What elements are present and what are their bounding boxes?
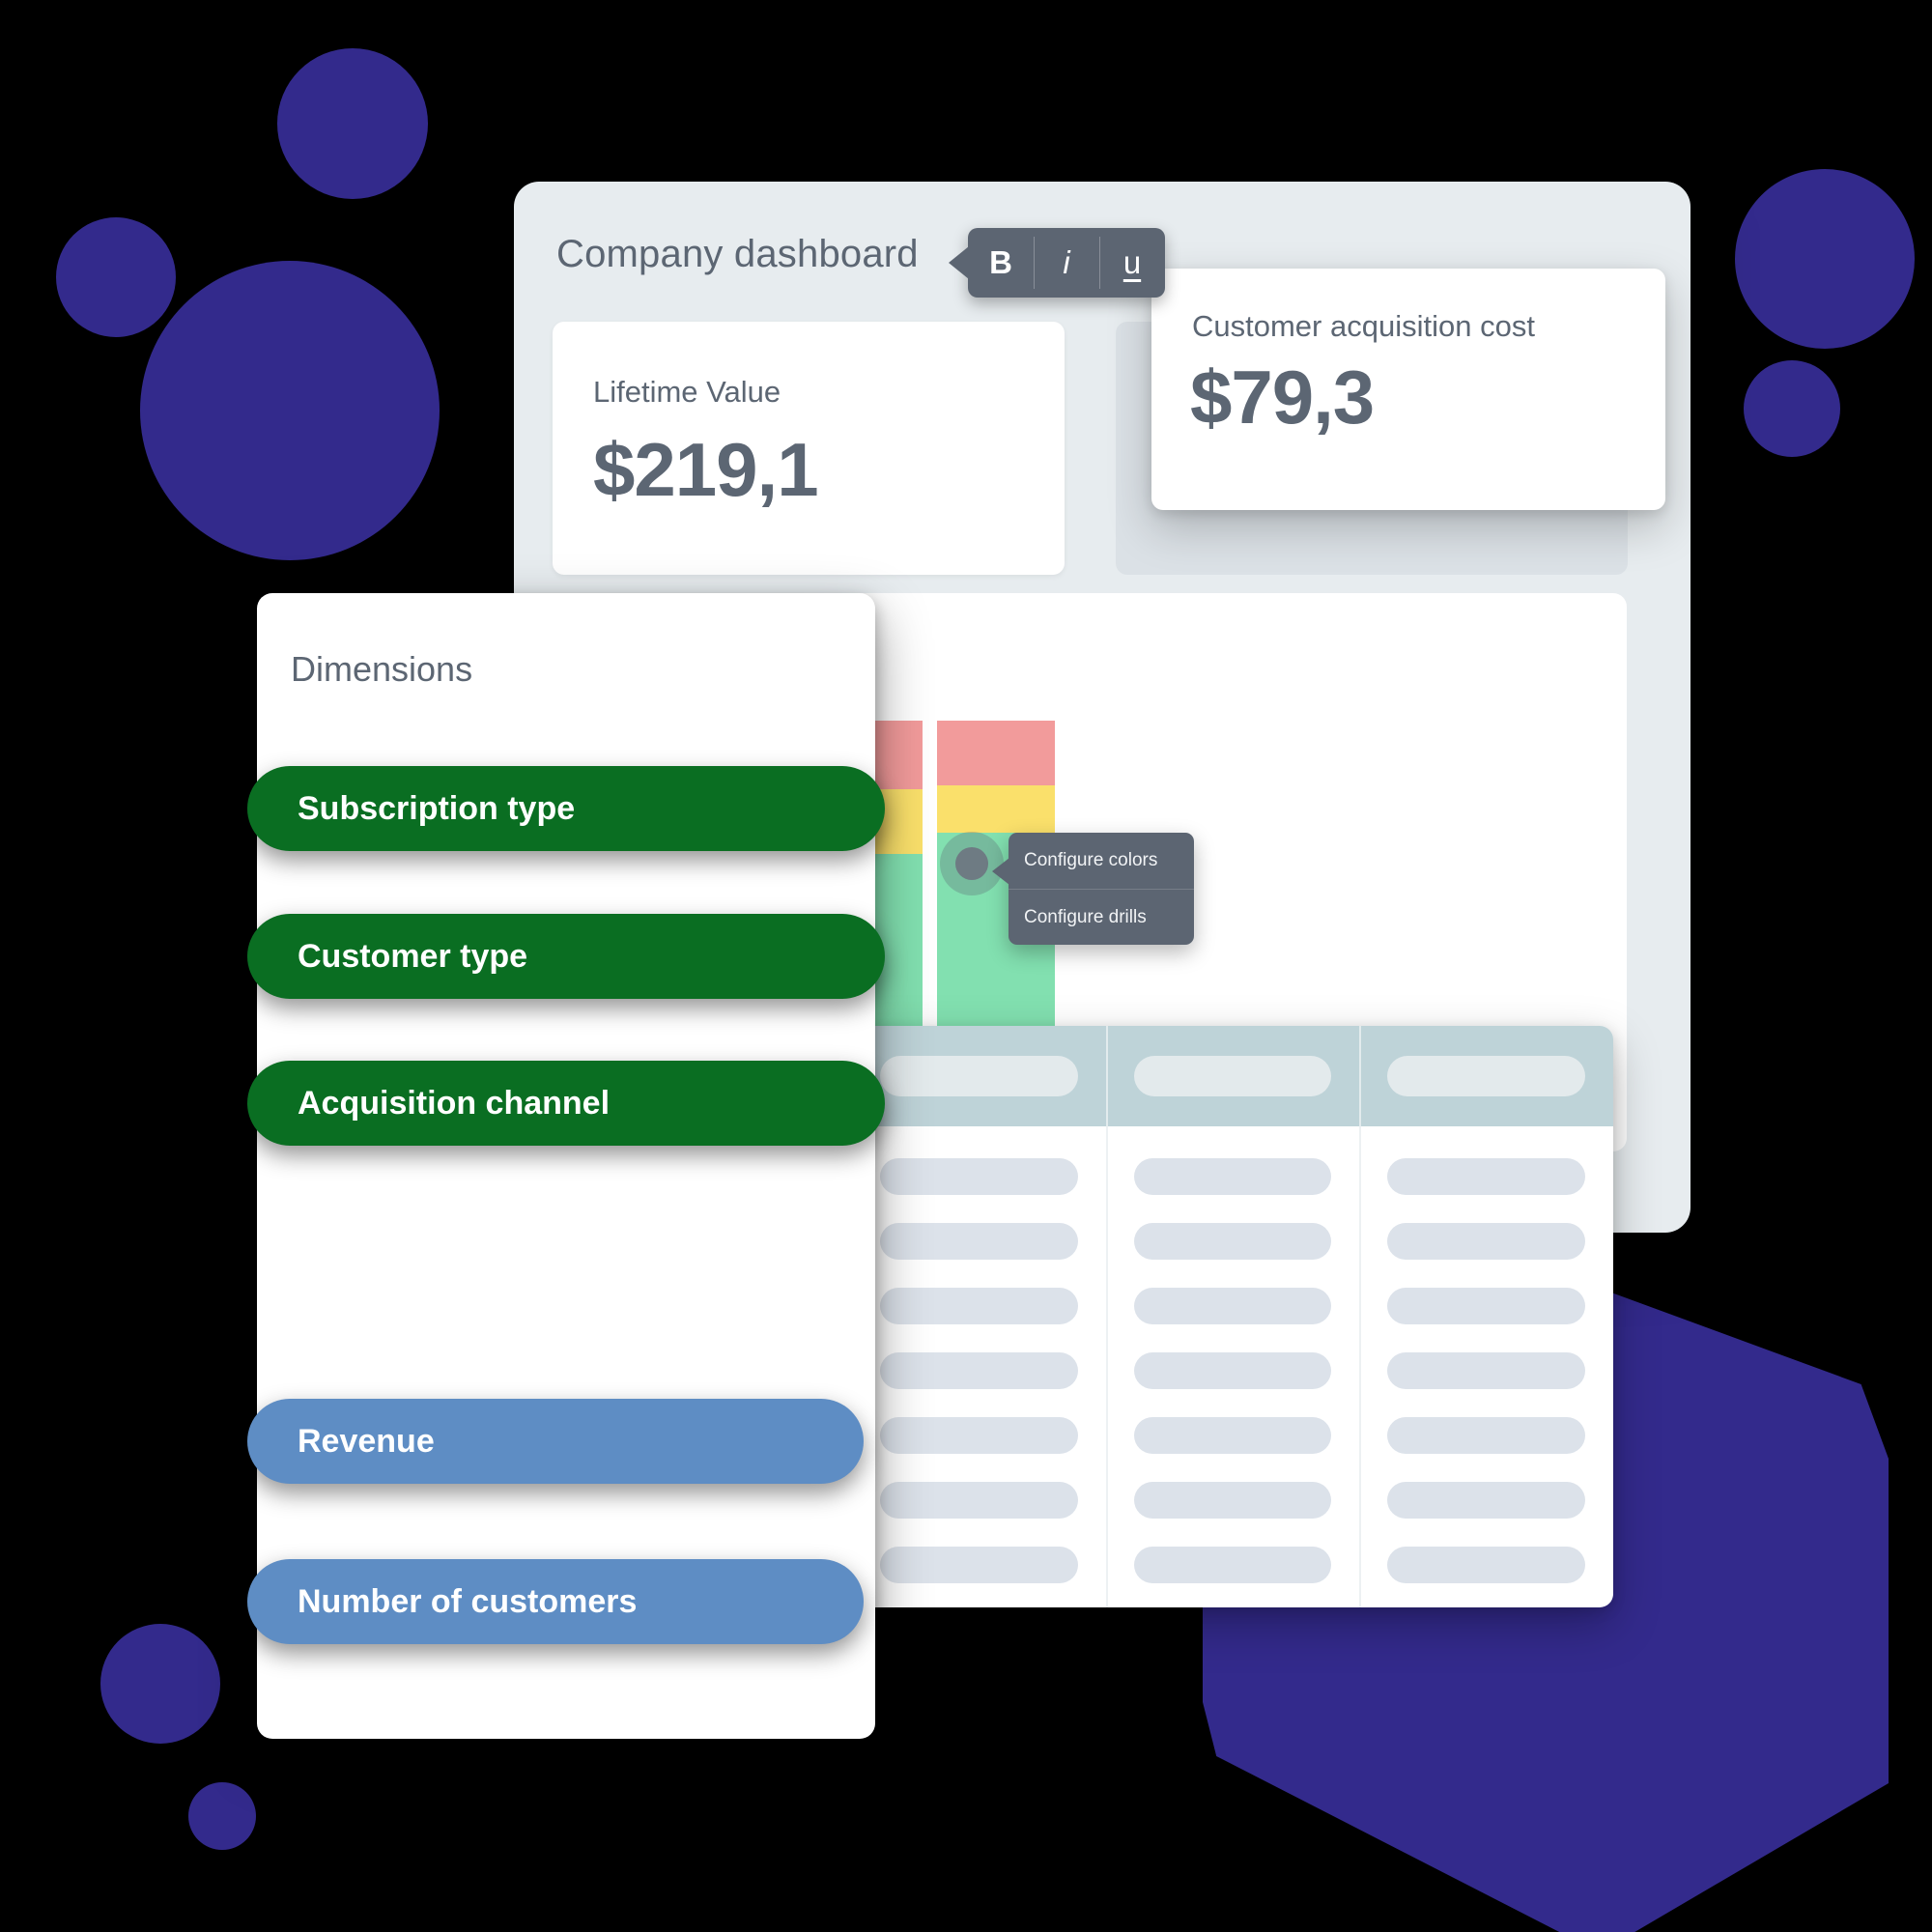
cell-placeholder xyxy=(879,1287,1078,1324)
dimension-pill-subscription-type[interactable]: Subscription type xyxy=(247,766,885,851)
table-row[interactable] xyxy=(852,1515,1613,1607)
kpi-card-customer-acquisition-cost[interactable]: Customer acquisition cost $79,3 xyxy=(1151,269,1665,510)
table-cell[interactable] xyxy=(1359,1450,1613,1607)
circle-mid-left-small xyxy=(56,217,176,337)
table-cell[interactable] xyxy=(1359,1321,1613,1596)
table-cell[interactable] xyxy=(852,1144,1106,1208)
menu-item-configure-colors[interactable]: Configure colors xyxy=(1009,833,1194,889)
cell-placeholder xyxy=(1133,1157,1332,1195)
table-row[interactable] xyxy=(852,1321,1613,1596)
cell-placeholder xyxy=(879,1481,1078,1519)
italic-button[interactable]: i xyxy=(1034,228,1099,298)
column-header-placeholder xyxy=(1133,1056,1332,1096)
kpi-label-customer-acquisition-cost: Customer acquisition cost xyxy=(1192,309,1535,343)
table-row[interactable] xyxy=(852,1385,1613,1607)
cell-placeholder xyxy=(879,1222,1078,1260)
table-cell[interactable] xyxy=(852,1338,1106,1403)
circle-bottom-left-small xyxy=(188,1782,256,1850)
table-row[interactable] xyxy=(852,1256,1613,1531)
table-cell[interactable] xyxy=(1105,1450,1360,1607)
cell-placeholder xyxy=(1133,1481,1332,1519)
cell-placeholder xyxy=(1387,1157,1586,1195)
cell-placeholder xyxy=(1133,1222,1332,1260)
table-body xyxy=(852,1126,1613,1607)
table-cell[interactable] xyxy=(1105,1126,1360,1402)
cell-placeholder xyxy=(879,1416,1078,1454)
column-header-placeholder xyxy=(1387,1056,1586,1096)
cell-placeholder xyxy=(1387,1546,1586,1583)
cell-placeholder xyxy=(1387,1351,1586,1389)
table-cell[interactable] xyxy=(1359,1515,1613,1607)
circle-top-left-small xyxy=(277,48,428,199)
kpi-value-customer-acquisition-cost: $79,3 xyxy=(1190,355,1375,440)
cell-placeholder xyxy=(879,1546,1078,1583)
bold-button[interactable]: B xyxy=(968,228,1034,298)
table-cell[interactable] xyxy=(1105,1385,1360,1607)
bar-segment-yellow[interactable] xyxy=(937,784,1055,833)
cell-placeholder xyxy=(1133,1351,1332,1389)
table-cell[interactable] xyxy=(1359,1191,1613,1466)
cell-placeholder xyxy=(879,1351,1078,1389)
column-header-placeholder xyxy=(879,1056,1078,1096)
circle-left-large xyxy=(140,261,440,560)
table-row[interactable] xyxy=(852,1126,1613,1402)
table-cell[interactable] xyxy=(852,1467,1106,1532)
text-format-toolbar[interactable]: B i u xyxy=(968,228,1165,298)
table-row[interactable] xyxy=(852,1450,1613,1607)
table-cell[interactable] xyxy=(1105,1191,1360,1466)
cell-placeholder xyxy=(1133,1546,1332,1583)
cell-placeholder xyxy=(879,1157,1078,1195)
table-cell[interactable] xyxy=(852,1273,1106,1338)
cell-placeholder xyxy=(1387,1416,1586,1454)
table-cell[interactable] xyxy=(1105,1515,1360,1607)
table-cell[interactable] xyxy=(1105,1321,1360,1596)
table-cell[interactable] xyxy=(852,1403,1106,1467)
kpi-label-lifetime-value: Lifetime Value xyxy=(593,375,781,409)
circle-bottom-left-large xyxy=(100,1624,220,1744)
table-cell[interactable] xyxy=(1105,1256,1360,1531)
circle-top-right-large xyxy=(1735,169,1915,349)
underline-button[interactable]: u xyxy=(1099,228,1165,298)
table-column-header[interactable] xyxy=(1105,1026,1360,1126)
cell-placeholder xyxy=(1133,1416,1332,1454)
dimension-pill-customer-type[interactable]: Customer type xyxy=(247,914,885,999)
menu-item-configure-drills[interactable]: Configure drills xyxy=(1009,889,1194,945)
data-table-panel[interactable] xyxy=(852,1026,1613,1607)
table-cell[interactable] xyxy=(852,1532,1106,1597)
metric-pill-number-of-customers[interactable]: Number of customers xyxy=(247,1559,864,1644)
cell-placeholder xyxy=(1387,1222,1586,1260)
metric-pill-revenue[interactable]: Revenue xyxy=(247,1399,864,1484)
canvas: Company dashboard Lifetime Value $219,1 … xyxy=(0,0,1932,1932)
page-title: Company dashboard xyxy=(556,233,919,275)
bar-segment-red[interactable] xyxy=(937,721,1055,785)
table-header-row xyxy=(852,1026,1613,1126)
table-cell[interactable] xyxy=(852,1208,1106,1273)
table-column-header[interactable] xyxy=(1359,1026,1613,1126)
table-cell[interactable] xyxy=(1359,1385,1613,1607)
kpi-value-lifetime-value: $219,1 xyxy=(593,427,819,512)
table-cell[interactable] xyxy=(1359,1126,1613,1402)
table-cell[interactable] xyxy=(1359,1256,1613,1531)
chart-context-menu[interactable]: Configure colors Configure drills xyxy=(992,833,1194,945)
dimension-pill-acquisition-channel[interactable]: Acquisition channel xyxy=(247,1061,885,1146)
circle-right-small xyxy=(1744,360,1840,457)
cell-placeholder xyxy=(1133,1287,1332,1324)
cell-placeholder xyxy=(1387,1481,1586,1519)
cell-placeholder xyxy=(1387,1287,1586,1324)
table-column-header[interactable] xyxy=(852,1026,1106,1126)
dimensions-heading: Dimensions xyxy=(291,649,473,689)
table-row[interactable] xyxy=(852,1191,1613,1466)
kpi-card-lifetime-value[interactable]: Lifetime Value $219,1 xyxy=(553,322,1065,575)
